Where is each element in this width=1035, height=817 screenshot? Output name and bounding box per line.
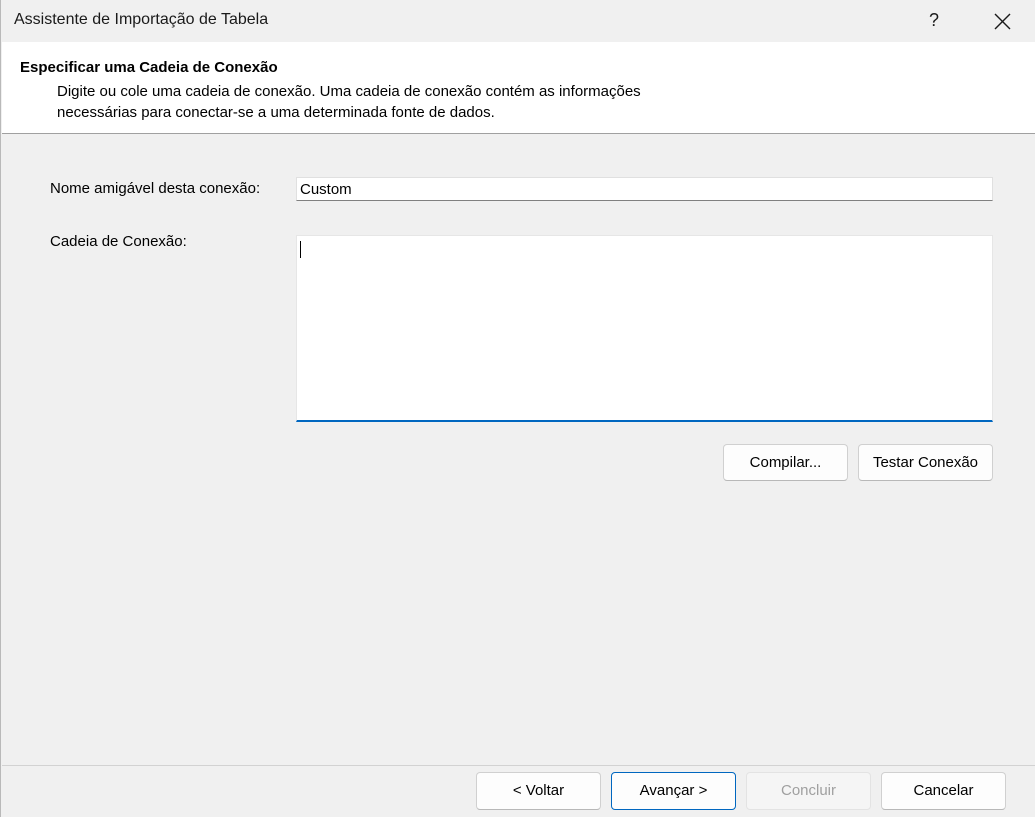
friendly-name-label: Nome amigável desta conexão: bbox=[50, 180, 261, 197]
text-caret bbox=[300, 241, 301, 258]
friendly-name-input[interactable]: Custom bbox=[296, 177, 993, 201]
connection-string-textarea[interactable] bbox=[296, 235, 993, 422]
wizard-header: Especificar uma Cadeia de Conexão Digite… bbox=[2, 42, 1035, 134]
build-button[interactable]: Compilar... bbox=[723, 444, 848, 481]
back-button[interactable]: < Voltar bbox=[476, 772, 601, 810]
footer-divider bbox=[2, 765, 1035, 766]
test-connection-button[interactable]: Testar Conexão bbox=[858, 444, 993, 481]
page-heading: Especificar uma Cadeia de Conexão bbox=[20, 59, 278, 76]
import-wizard-window: Assistente de Importação de Tabela ? Esp… bbox=[0, 0, 1035, 817]
page-description-line-2: necessárias para conectar-se a uma deter… bbox=[57, 104, 495, 121]
finish-button[interactable]: Concluir bbox=[746, 772, 871, 810]
window-title: Assistente de Importação de Tabela bbox=[14, 11, 269, 28]
cancel-button[interactable]: Cancelar bbox=[881, 772, 1006, 810]
close-icon[interactable] bbox=[984, 6, 1020, 36]
page-description: Digite ou cole uma cadeia de conexão. Um… bbox=[57, 81, 777, 123]
title-bar[interactable]: Assistente de Importação de Tabela ? bbox=[1, 0, 1035, 42]
page-description-line-1: Digite ou cole uma cadeia de conexão. Um… bbox=[57, 83, 641, 100]
help-icon[interactable]: ? bbox=[921, 6, 947, 34]
next-button[interactable]: Avançar > bbox=[611, 772, 736, 810]
connection-string-label: Cadeia de Conexão: bbox=[50, 233, 187, 250]
